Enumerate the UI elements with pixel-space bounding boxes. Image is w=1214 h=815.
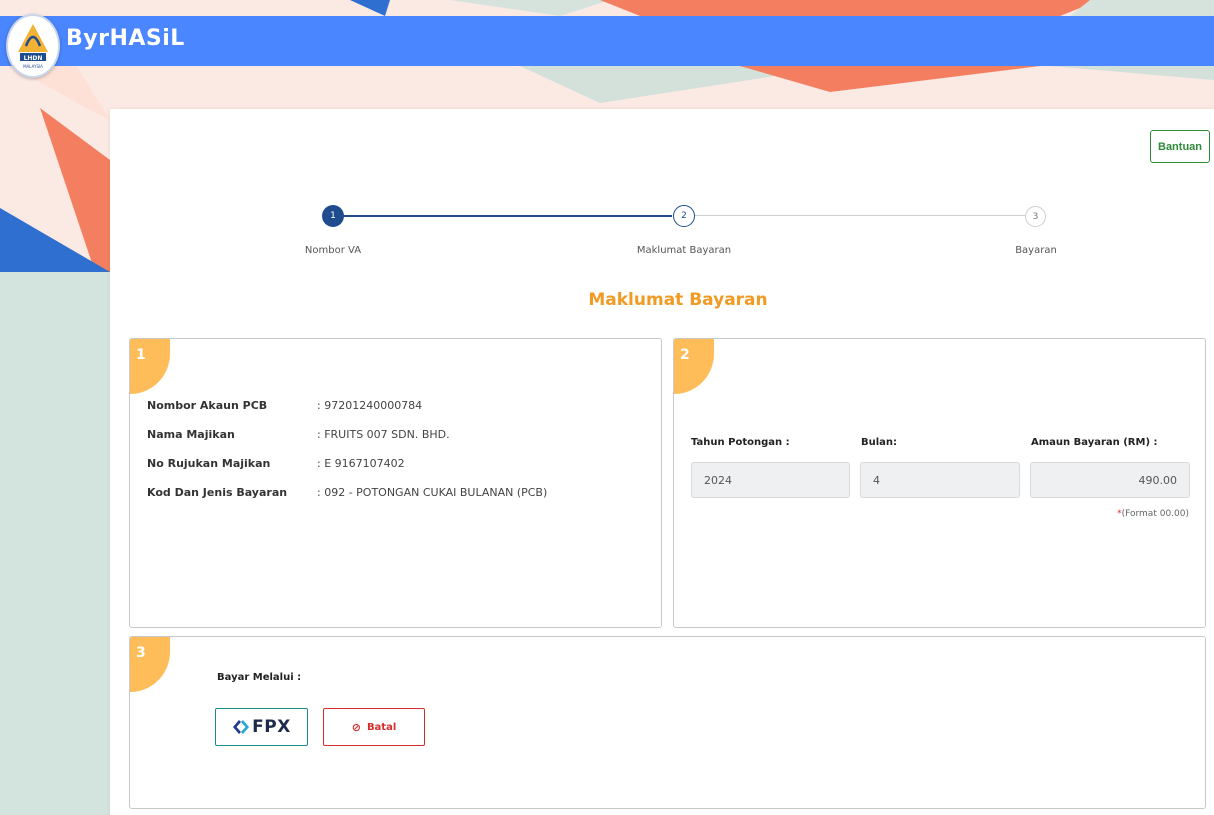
- info-value-employer-ref: : E 9167107402: [317, 457, 405, 470]
- step-2-circle: 2: [673, 205, 695, 227]
- section-2-number: 2: [680, 347, 690, 363]
- info-key-employer-ref: No Rujukan Majikan: [147, 457, 271, 470]
- month-field[interactable]: 4: [860, 462, 1020, 498]
- amount-field[interactable]: 490.00: [1030, 462, 1190, 498]
- logo-text-bottom: MALAYSIA: [23, 64, 43, 69]
- year-field-value: 2024: [704, 473, 732, 487]
- pay-via-label: Bayar Melalui :: [217, 672, 302, 683]
- info-value-payment-code: : 092 - POTONGAN CUKAI BULANAN (PCB): [317, 486, 548, 499]
- step-1-label: Nombor VA: [304, 245, 362, 256]
- section-employer-info: 1 Nombor Akaun PCB : 97201240000784 Nama…: [129, 338, 662, 628]
- month-field-value: 4: [873, 473, 880, 487]
- fpx-logo-icon: [233, 720, 250, 734]
- info-value-account: : 97201240000784: [317, 399, 423, 412]
- fpx-label: FPX: [252, 717, 291, 737]
- amount-format-hint: *(Format 00.00): [1117, 509, 1189, 519]
- step-3-circle: 3: [1025, 206, 1046, 227]
- year-field[interactable]: 2024: [691, 462, 850, 498]
- step-2-number: 2: [681, 211, 687, 221]
- info-value-employer-name: : FRUITS 007 SDN. BHD.: [317, 428, 450, 441]
- step-2-label: Maklumat Bayaran: [636, 245, 732, 256]
- help-button[interactable]: Bantuan: [1150, 130, 1210, 163]
- stepper-line-pending: [695, 215, 1025, 216]
- stepper-line-complete: [344, 215, 672, 217]
- info-key-payment-code: Kod Dan Jenis Bayaran: [147, 486, 288, 499]
- section-2-badge: 2: [674, 339, 714, 394]
- fpx-pay-button[interactable]: FPX: [215, 708, 308, 746]
- logo-text-top: LHDN: [24, 55, 43, 62]
- lhdn-emblem-icon: LHDN MALAYSIA: [18, 24, 48, 69]
- step-3-label: Bayaran: [1015, 245, 1057, 256]
- cancel-label: Batal: [366, 721, 397, 733]
- step-1-number: 1: [330, 211, 336, 221]
- section-1-badge: 1: [130, 339, 170, 394]
- amount-field-value: 490.00: [1138, 473, 1178, 487]
- lhdn-logo[interactable]: LHDN MALAYSIA: [6, 14, 60, 78]
- cancel-icon: ⊘: [351, 720, 361, 734]
- step-3-number: 3: [1032, 211, 1039, 222]
- page-title: Maklumat Bayaran: [588, 290, 768, 310]
- info-key-employer-name: Nama Majikan: [147, 428, 235, 441]
- step-1-circle: 1: [322, 205, 344, 227]
- amount-label: Amaun Bayaran (RM) :: [1031, 437, 1158, 448]
- hint-text: (Format 00.00): [1121, 509, 1189, 519]
- cancel-button[interactable]: ⊘ Batal: [323, 708, 425, 746]
- section-payment-method: 3 Bayar Melalui : FPX ⊘ Batal: [129, 636, 1206, 809]
- section-3-number: 3: [136, 645, 146, 661]
- app-brand[interactable]: ByrHASiL: [66, 26, 185, 51]
- year-label: Tahun Potongan :: [691, 437, 790, 448]
- month-label: Bulan:: [861, 437, 898, 448]
- info-key-account: Nombor Akaun PCB: [147, 399, 268, 412]
- section-3-badge: 3: [130, 637, 170, 692]
- section-1-number: 1: [136, 347, 146, 363]
- section-payment-details: 2 Tahun Potongan : Bulan: Amaun Bayaran …: [673, 338, 1206, 628]
